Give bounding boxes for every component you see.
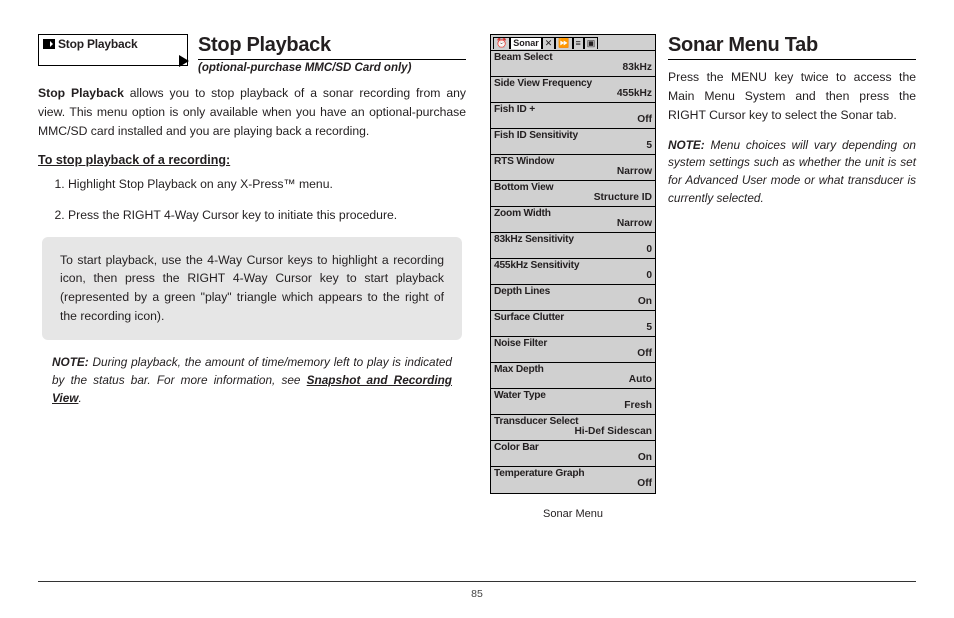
right-note-body: Menu choices will vary depending on syst…: [668, 138, 916, 205]
sonar-row-value: 5: [494, 140, 652, 151]
sonar-menu-row: 455kHz Sensitivity0: [491, 259, 655, 285]
recording-icon: [43, 39, 55, 49]
sonar-menu-row: Temperature GraphOff: [491, 467, 655, 493]
sonar-menu-image: ⏰Sonar✕⏩≡▣ Beam Select83kHzSide View Fre…: [490, 34, 656, 520]
sonar-menu-row: Max DepthAuto: [491, 363, 655, 389]
sonar-menu-caption: Sonar Menu: [490, 508, 656, 520]
sonar-tabbar: ⏰Sonar✕⏩≡▣: [491, 35, 655, 51]
stop-playback-menu-box: Stop Playback: [38, 34, 188, 66]
sonar-tab: Sonar: [510, 37, 542, 49]
sonar-row-value: Off: [494, 348, 652, 359]
sonar-tab: ⏰: [493, 37, 510, 49]
sonar-menu-row: RTS WindowNarrow: [491, 155, 655, 181]
right-paragraph: Press the MENU key twice to access the M…: [668, 68, 916, 125]
sonar-menu-rows: Beam Select83kHzSide View Frequency455kH…: [491, 51, 655, 493]
left-column: Stop Playback Stop Playback (optional-pu…: [38, 34, 466, 520]
manual-page: Stop Playback Stop Playback (optional-pu…: [0, 0, 954, 618]
intro-paragraph: Stop Playback allows you to stop playbac…: [38, 84, 466, 141]
footer-rule: [38, 581, 916, 582]
sonar-row-value: Structure ID: [494, 192, 652, 203]
right-text: Sonar Menu Tab Press the MENU key twice …: [668, 34, 916, 520]
sonar-row-value: 0: [494, 270, 652, 281]
menu-box-label: Stop Playback: [58, 37, 137, 51]
sonar-menu-row: Zoom WidthNarrow: [491, 207, 655, 233]
sonar-row-value: Hi-Def Sidescan: [494, 426, 652, 437]
section-subtitle: (optional-purchase MMC/SD Card only): [198, 62, 466, 74]
step-1: Highlight Stop Playback on any X-Press™ …: [68, 175, 466, 194]
page-number: 85: [38, 588, 916, 600]
sonar-menu-row: Water TypeFresh: [491, 389, 655, 415]
sonar-row-value: Off: [494, 114, 652, 125]
sonar-row-value: On: [494, 452, 652, 463]
right-column: ⏰Sonar✕⏩≡▣ Beam Select83kHzSide View Fre…: [490, 34, 916, 520]
right-note: NOTE: Menu choices will vary depending o…: [668, 137, 916, 208]
callout-box: To start playback, use the 4-Way Cursor …: [42, 237, 462, 341]
sonar-tab: ▣: [584, 37, 599, 49]
sonar-row-value: 0: [494, 244, 652, 255]
sonar-menu-row: Surface Clutter5: [491, 311, 655, 337]
intro-lead: Stop Playback: [38, 86, 124, 100]
columns: Stop Playback Stop Playback (optional-pu…: [38, 34, 916, 520]
sonar-row-value: Fresh: [494, 400, 652, 411]
note-label: NOTE:: [52, 355, 89, 369]
sonar-row-value: On: [494, 296, 652, 307]
sonar-menu-row: Transducer SelectHi-Def Sidescan: [491, 415, 655, 441]
sonar-row-value: Narrow: [494, 218, 652, 229]
sonar-row-value: Off: [494, 478, 652, 489]
sonar-row-value: 5: [494, 322, 652, 333]
play-arrow-icon: [179, 55, 189, 67]
procedure-subhead: To stop playback of a recording:: [38, 153, 466, 167]
note-paragraph: NOTE: During playback, the amount of tim…: [52, 354, 452, 407]
left-header: Stop Playback Stop Playback (optional-pu…: [38, 34, 466, 74]
procedure-steps: Highlight Stop Playback on any X-Press™ …: [68, 175, 466, 225]
right-note-label: NOTE:: [668, 138, 705, 152]
note-end: .: [78, 391, 81, 405]
sonar-menu-row: Fish ID +Off: [491, 103, 655, 129]
sonar-tab: ⏩: [555, 37, 572, 49]
step-2: Press the RIGHT 4-Way Cursor key to init…: [68, 206, 466, 225]
sonar-row-value: Narrow: [494, 166, 652, 177]
section-heading-sonar-tab: Sonar Menu Tab: [668, 34, 916, 60]
sonar-menu-row: Fish ID Sensitivity5: [491, 129, 655, 155]
page-footer: 85: [38, 581, 916, 600]
left-heading-block: Stop Playback (optional-purchase MMC/SD …: [198, 34, 466, 74]
sonar-row-value: Auto: [494, 374, 652, 385]
sonar-menu-row: Color BarOn: [491, 441, 655, 467]
sonar-menu-row: Side View Frequency455kHz: [491, 77, 655, 103]
sonar-menu-row: Noise FilterOff: [491, 337, 655, 363]
sonar-tab: ✕: [542, 37, 556, 49]
sonar-row-value: 83kHz: [494, 62, 652, 73]
sonar-row-value: 455kHz: [494, 88, 652, 99]
sonar-menu-row: Depth LinesOn: [491, 285, 655, 311]
sonar-menu-row: Beam Select83kHz: [491, 51, 655, 77]
sonar-menu-box: ⏰Sonar✕⏩≡▣ Beam Select83kHzSide View Fre…: [490, 34, 656, 494]
sonar-menu-row: 83kHz Sensitivity0: [491, 233, 655, 259]
section-heading-stop-playback: Stop Playback: [198, 34, 466, 60]
sonar-menu-row: Bottom ViewStructure ID: [491, 181, 655, 207]
sonar-tab: ≡: [573, 37, 584, 49]
